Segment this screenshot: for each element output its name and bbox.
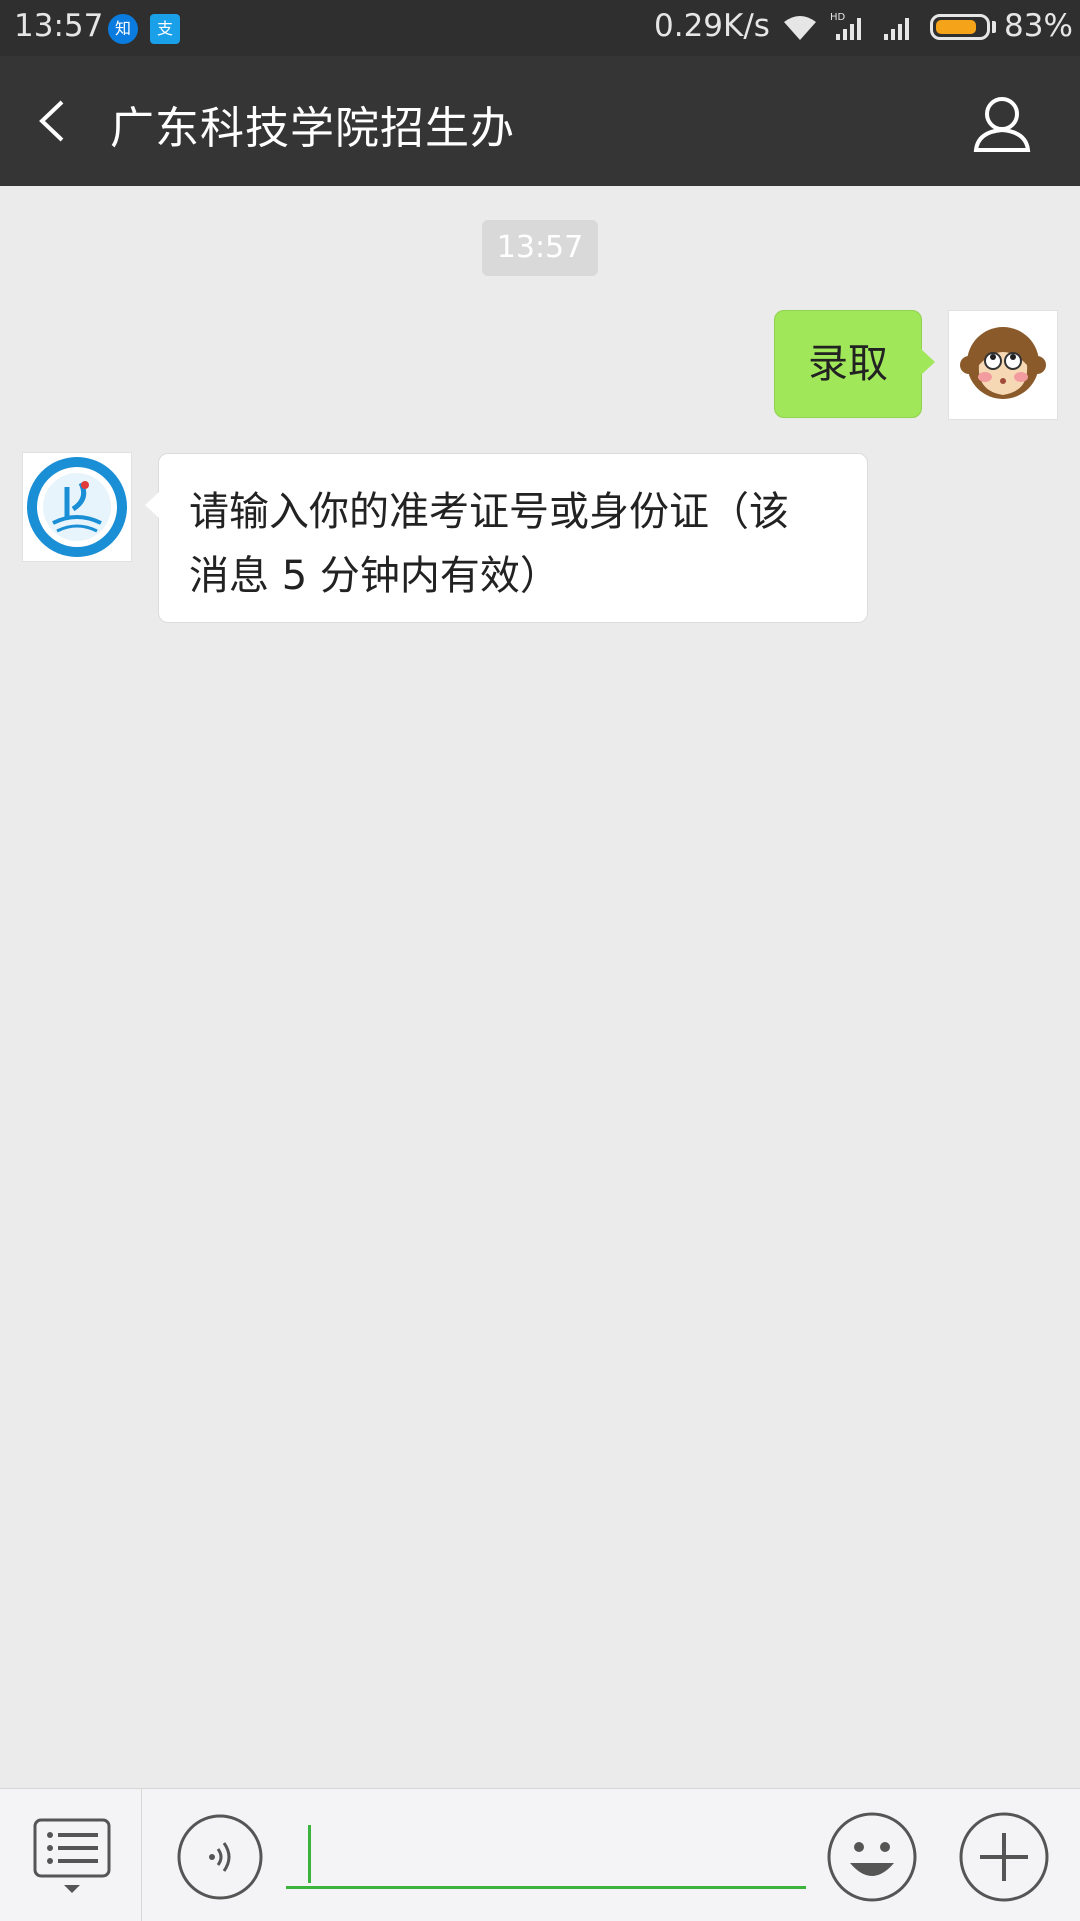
voice-icon[interactable] (176, 1813, 264, 1901)
chat-title: 广东科技学院招生办 (110, 103, 515, 154)
alipay-notification-icon: 支 (150, 14, 180, 44)
person-icon[interactable] (970, 94, 1034, 154)
input-bar (0, 1788, 1080, 1921)
zhihu-notification-icon: 知 (108, 14, 138, 44)
status-time: 13:57 (14, 8, 104, 44)
emoji-icon[interactable] (826, 1811, 918, 1903)
battery-icon (930, 14, 990, 40)
text-cursor (308, 1825, 311, 1883)
network-speed: 0.29K/s (654, 8, 770, 44)
sent-message-bubble[interactable]: 录取 (774, 310, 935, 418)
chat-header: 广东科技学院招生办 (0, 56, 1080, 186)
received-message-line: 请输入你的准考证号或身份证（该 (189, 489, 789, 535)
battery-level-fill (936, 20, 976, 34)
user-avatar[interactable] (948, 310, 1058, 420)
wifi-icon (784, 16, 816, 40)
monkey-avatar-icon (960, 327, 1046, 399)
status-bar: 13:57 知 支 0.29K/s HD 83% (0, 0, 1080, 56)
college-logo-icon (27, 457, 127, 557)
menu-icon[interactable] (32, 1817, 112, 1897)
network-tag: HD (830, 12, 846, 23)
message-input[interactable] (286, 1819, 806, 1889)
message-timestamp: 13:57 (482, 220, 598, 276)
plus-icon[interactable] (958, 1811, 1050, 1903)
hd-signal-icon: HD (830, 12, 861, 40)
received-message-bubble[interactable]: 请输入你的准考证号或身份证（该 消息 5 分钟内有效） (145, 453, 868, 623)
battery-tip (992, 21, 996, 33)
battery-percent: 83% (1004, 8, 1073, 44)
signal-icon (884, 18, 909, 40)
received-message-line: 消息 5 分钟内有效） (189, 553, 560, 599)
divider (141, 1789, 142, 1921)
chevron-left-icon[interactable] (30, 96, 80, 146)
college-avatar[interactable] (22, 452, 132, 562)
